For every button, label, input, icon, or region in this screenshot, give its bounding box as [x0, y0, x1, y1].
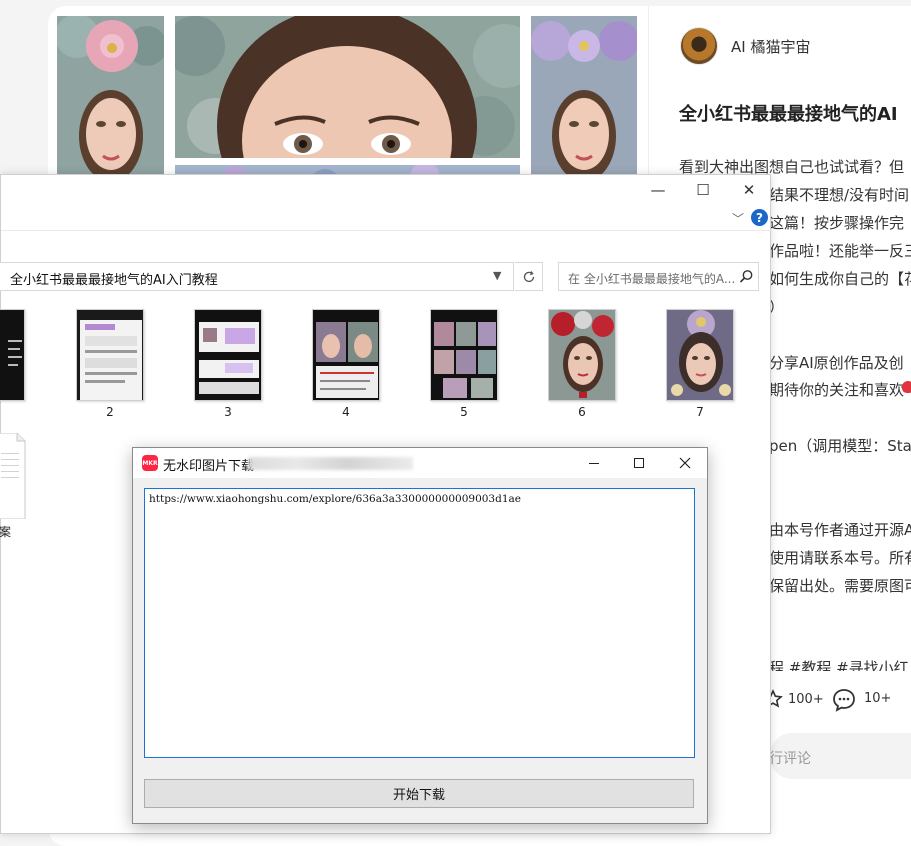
start-download-button[interactable]: 开始下载 [144, 779, 694, 808]
file-name: 5 [460, 405, 468, 419]
post-body-line: 由本号作者通过开源A [769, 521, 911, 539]
post-body-line: pen（调用模型：Sta [769, 437, 911, 455]
comment-count: 10+ [864, 691, 892, 706]
file-name: 3 [224, 405, 232, 419]
author-avatar[interactable] [680, 27, 718, 65]
file-thumbnail[interactable] [548, 309, 616, 401]
minimize-button[interactable]: — [635, 175, 681, 205]
file-name: 2 [106, 405, 114, 419]
file-thumbnail[interactable] [0, 309, 25, 401]
redacted-title-blur [248, 457, 413, 470]
refresh-icon [523, 270, 534, 282]
post-body-line: 这篇！按步骤操作完 [769, 214, 905, 232]
file-thumbnail[interactable] [76, 309, 144, 401]
post-body-line: 分享AI原创作品及创 [769, 354, 904, 372]
post-body-line: ） [769, 298, 785, 316]
refresh-button[interactable] [515, 262, 543, 291]
file-name: 4 [342, 405, 350, 419]
post-image-left[interactable] [57, 16, 164, 196]
help-icon[interactable]: ? [751, 209, 768, 226]
close-icon [679, 457, 691, 469]
maximize-icon [634, 458, 644, 468]
file-name: 案 [0, 525, 12, 539]
post-body-line: 作品啦！还能举一反三 [769, 242, 911, 260]
comment-placeholder: 行评论 [769, 751, 811, 767]
url-input[interactable]: https://www.xiaohongshu.com/explore/636a… [144, 488, 695, 758]
post-body-line: 使用请联系本号。所有 [769, 549, 911, 567]
file-thumbnail[interactable] [194, 309, 262, 401]
post-body-line: 结果不理想/没有时间 [769, 186, 910, 204]
post-body-line: 期待你的关注和喜欢 [769, 381, 905, 399]
dialog-titlebar[interactable]: MKR 无水印图片下载 [133, 448, 707, 478]
post-title: 全小红书最最最接地气的AI [679, 104, 898, 125]
address-bar[interactable]: 全小红书最最最接地气的AI入门教程 ▼ [0, 262, 514, 291]
post-body-line: 如何生成你自己的【花 [769, 270, 911, 288]
comment-icon[interactable] [831, 687, 857, 717]
ribbon-bar: ﹀ ? [1, 205, 772, 231]
minimize-icon [589, 463, 599, 464]
post-body-line: 保留出处。需要原图可 [769, 577, 911, 595]
close-button[interactable]: ✕ [726, 175, 772, 205]
file-name: 6 [578, 405, 586, 419]
search-icon[interactable] [739, 269, 754, 288]
address-path: 全小红书最最最接地气的AI入门教程 [10, 273, 218, 288]
heart-icon [902, 381, 911, 393]
text-document-icon[interactable] [0, 432, 27, 523]
file-name: 7 [696, 405, 704, 419]
maximize-button[interactable]: ☐ [680, 175, 726, 205]
post-image-right[interactable] [531, 16, 637, 196]
file-thumbnail[interactable] [312, 309, 380, 401]
file-thumbnail[interactable] [666, 309, 734, 401]
search-placeholder: 在 全小红书最最最接地气的A... [568, 272, 736, 286]
search-input[interactable]: 在 全小红书最最最接地气的A... [558, 262, 759, 291]
chevron-down-icon[interactable]: ▼ [493, 269, 501, 282]
file-thumbnail[interactable] [430, 309, 498, 401]
close-button[interactable] [662, 448, 708, 478]
downloader-window: MKR 无水印图片下载 https://www.xiaohongshu.com/… [132, 447, 708, 824]
author-name[interactable]: AI 橘猫宇宙 [731, 36, 810, 57]
post-hashtags[interactable]: 程 #教程 #寻找小红 [769, 657, 909, 671]
maximize-button[interactable] [616, 448, 662, 478]
app-logo-icon: MKR [142, 455, 158, 471]
post-image-main[interactable] [175, 16, 520, 158]
minimize-button[interactable] [571, 448, 617, 478]
dialog-title: 无水印图片下载 [163, 459, 255, 474]
collect-count: 100+ [788, 692, 824, 707]
ribbon-expand-icon[interactable]: ﹀ [732, 210, 744, 227]
